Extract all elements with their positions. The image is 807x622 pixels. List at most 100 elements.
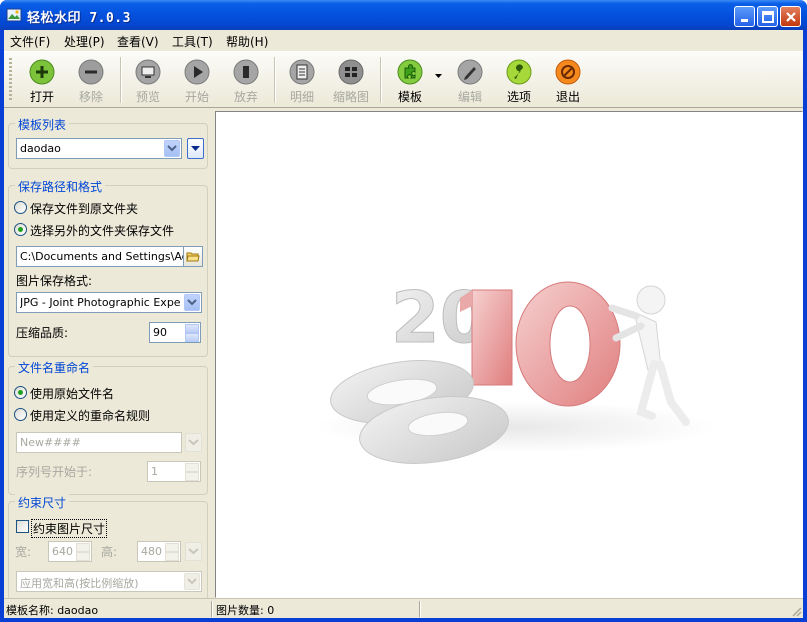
save-path-input[interactable]: C:\Documents and Settings\Adm [16,246,199,267]
stepper-up-icon[interactable] [185,324,199,333]
menu-process[interactable]: 处理(P) [64,33,105,50]
status-divider [419,601,421,617]
stepper-down-icon[interactable] [185,472,199,481]
thumbnail-button[interactable]: 缩略图 [327,56,375,104]
chevron-down-icon [188,439,199,446]
app-icon [6,8,22,22]
width-stepper[interactable]: 640 [48,541,92,562]
chevron-down-icon[interactable] [184,294,200,311]
triangle-down-icon [191,146,200,151]
remove-button[interactable]: 移除 [67,56,115,104]
resize-mode-select[interactable]: 应用宽和高(按比例缩放) [16,571,202,592]
exit-button[interactable]: 退出 [544,56,592,104]
detail-button[interactable]: 明细 [278,56,326,104]
play-icon [184,59,210,85]
save-other-radio[interactable] [14,223,27,236]
grid-icon [338,59,364,85]
width-label: 宽: [15,545,32,559]
save-title: 保存路径和格式 [15,178,106,195]
start-label: 开始 [184,90,209,104]
sequence-stepper[interactable]: 1 [147,461,201,482]
edit-button[interactable]: 编辑 [446,56,494,104]
quality-value: 90 [153,326,167,339]
resize-unit-dropdown[interactable] [185,542,202,561]
browse-folder-button[interactable] [183,246,203,267]
rename-pattern-dropdown[interactable] [185,433,202,452]
menu-file[interactable]: 文件(F) [10,33,50,50]
start-button[interactable]: 开始 [173,56,221,104]
rename-custom-label[interactable]: 使用定义的重命名规则 [30,407,150,424]
window-title: 轻松水印 7.0.3 [27,11,131,26]
stepper-up-icon[interactable] [165,543,179,552]
height-stepper[interactable]: 480 [137,541,181,562]
toolbar: 打开 移除 预览 开始 放弃 明细 缩略图 模板 编辑 选项 退出 [4,51,803,108]
toolbar-separator [274,57,276,103]
stepper-down-icon[interactable] [185,333,199,342]
stepper-up-icon[interactable] [76,543,90,552]
template-list-title: 模板列表 [15,116,70,133]
open-label: 打开 [29,90,54,104]
resize-checkbox-label[interactable]: 约束图片尺寸 [31,519,108,538]
resize-title: 约束尺寸 [15,494,70,511]
close-icon [786,12,796,22]
format-select-value: JPG - Joint Photographic Experts G [20,296,180,309]
menu-tools[interactable]: 工具(T) [172,33,213,50]
save-other-label[interactable]: 选择另外的文件夹保存文件 [30,222,174,239]
quality-stepper[interactable]: 90 [149,322,201,343]
preview-canvas[interactable]: 20 [215,111,803,598]
width-value: 640 [52,545,73,558]
format-select[interactable]: JPG - Joint Photographic Experts G [16,292,202,313]
no-entry-icon [555,59,581,85]
template-button[interactable]: 模板 [386,56,434,104]
settings-panel: 模板列表 daodao 保存路径和格式 保存文件到原文件夹 选择另外的文件夹保存… [4,109,212,601]
preview-label: 预览 [135,90,160,104]
rename-group: 文件名重命名 使用原始文件名 使用定义的重命名规则 New#### 序列号开始于… [8,359,208,495]
menu-bar: 文件(F) 处理(P) 查看(V) 工具(T) 帮助(H) [4,30,803,50]
close-button[interactable] [780,6,801,27]
rename-title: 文件名重命名 [15,359,94,376]
document-icon [289,59,315,85]
stepper-down-icon[interactable] [76,552,90,561]
maximize-icon [762,11,774,23]
abort-button[interactable]: 放弃 [222,56,270,104]
rename-original-radio[interactable] [14,386,27,399]
toolbar-grip[interactable] [9,58,12,102]
app-window: 轻松水印 7.0.3 文件(F) 处理(P) 查看(V) 工具(T) 帮助(H)… [0,0,807,622]
status-bar: 模板名称: daodao 图片数量: 0 [4,598,803,618]
template-list-group: 模板列表 daodao [8,116,208,169]
thumbnail-label: 缩略图 [332,90,369,104]
resize-grip-icon[interactable] [790,605,802,617]
rename-pattern-input[interactable]: New#### [16,432,182,453]
save-original-label[interactable]: 保存文件到原文件夹 [30,200,138,217]
exit-label: 退出 [555,90,580,104]
minimize-icon [741,19,748,22]
stepper-up-icon[interactable] [185,463,199,472]
status-template-name: 模板名称: daodao [6,604,99,617]
rename-custom-radio[interactable] [14,408,27,421]
template-menu-button[interactable] [187,138,204,159]
pencil-icon [457,59,483,85]
status-divider [211,601,213,617]
save-original-radio[interactable] [14,201,27,214]
height-value: 480 [141,545,162,558]
monitor-icon [135,59,161,85]
options-button[interactable]: 选项 [495,56,543,104]
save-group: 保存路径和格式 保存文件到原文件夹 选择另外的文件夹保存文件 C:\Docume… [8,178,208,357]
rename-original-label[interactable]: 使用原始文件名 [30,385,114,402]
template-select[interactable]: daodao [16,138,182,159]
resize-mode-value: 应用宽和高(按比例缩放) [20,577,139,590]
maximize-button[interactable] [757,6,778,27]
title-bar[interactable]: 轻松水印 7.0.3 [0,0,807,30]
menu-view[interactable]: 查看(V) [117,33,159,50]
open-button[interactable]: 打开 [18,56,66,104]
template-dropdown-arrow-icon[interactable] [435,74,442,79]
preview-button[interactable]: 预览 [124,56,172,104]
sequence-label: 序列号开始于: [16,465,93,479]
chevron-down-icon[interactable] [184,573,200,590]
chevron-down-icon [188,548,199,555]
chevron-down-icon[interactable] [164,140,180,157]
minimize-button[interactable] [734,6,755,27]
resize-checkbox[interactable] [16,520,29,533]
menu-help[interactable]: 帮助(H) [226,33,268,50]
stepper-down-icon[interactable] [165,552,179,561]
